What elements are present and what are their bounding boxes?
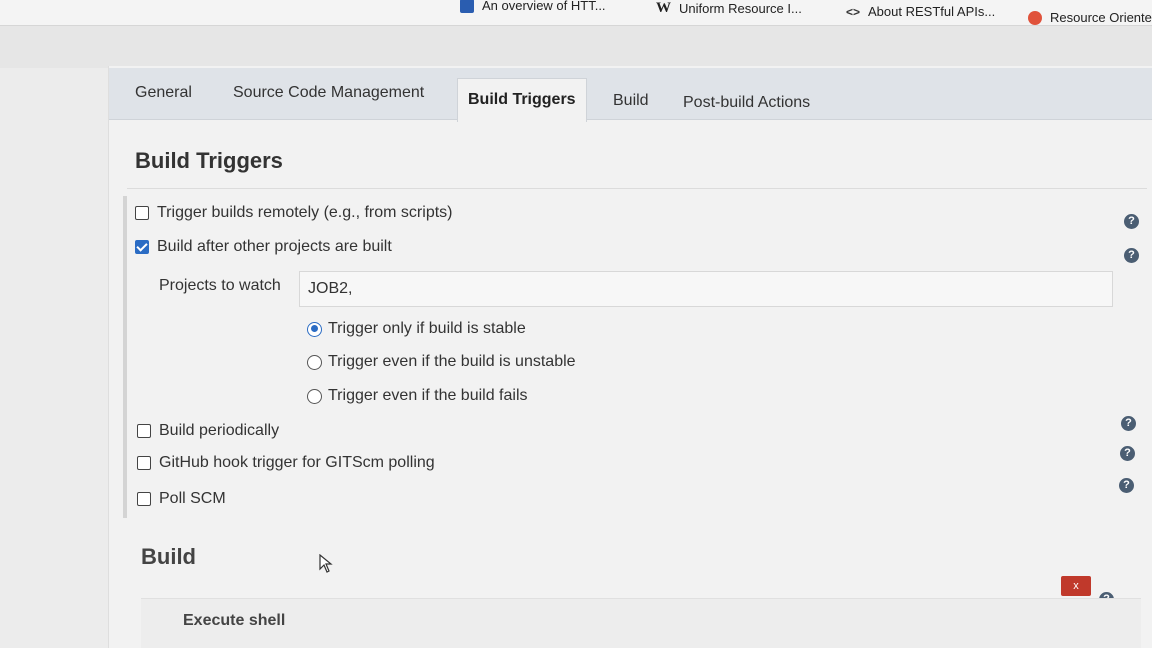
divider — [127, 188, 1147, 189]
build-after-option[interactable]: Build after other projects are built — [135, 238, 392, 256]
cloud-icon — [1028, 10, 1042, 25]
radio-option-fails[interactable]: Trigger even if the build fails — [307, 387, 528, 405]
code-icon: <> — [846, 4, 861, 19]
bookmark-label: Uniform Resource I... — [679, 1, 802, 16]
build-periodically-label: Build periodically — [159, 422, 280, 439]
help-icon[interactable]: ? — [1124, 248, 1139, 263]
bookmarks-bar: An overview of HTT... W Uniform Resource… — [0, 0, 1152, 26]
build-periodically-checkbox[interactable] — [137, 424, 151, 438]
radio-stable-label: Trigger only if build is stable — [328, 320, 526, 337]
execute-shell-label: Execute shell — [183, 612, 286, 629]
radio-fails[interactable] — [307, 388, 322, 404]
build-periodically-option[interactable]: Build periodically — [137, 422, 279, 440]
radio-option-unstable[interactable]: Trigger even if the build is unstable — [307, 353, 576, 371]
blue-bookmark-icon — [460, 0, 474, 13]
help-icon[interactable]: ? — [1119, 478, 1134, 493]
bookmark-restful-apis[interactable]: <> About RESTful APIs... — [846, 4, 995, 19]
tab-bar: General Source Code Management Build Tri… — [109, 68, 1152, 122]
projects-to-watch-label: Projects to watch — [159, 277, 281, 294]
projects-to-watch-input[interactable] — [299, 271, 1113, 307]
bookmark-http-overview[interactable]: An overview of HTT... — [460, 0, 606, 13]
radio-unstable[interactable] — [307, 354, 322, 370]
github-hook-option[interactable]: GitHub hook trigger for GITScm polling — [137, 454, 435, 472]
github-hook-checkbox[interactable] — [137, 456, 151, 470]
poll-scm-option[interactable]: Poll SCM — [137, 490, 226, 508]
tab-post-build-actions[interactable]: Post-build Actions — [683, 94, 810, 112]
help-icon[interactable]: ? — [1120, 446, 1135, 461]
config-panel: General Source Code Management Build Tri… — [108, 66, 1152, 648]
radio-stable[interactable] — [307, 321, 322, 337]
section-title-build-triggers: Build Triggers — [135, 148, 283, 173]
build-after-checkbox[interactable] — [135, 240, 149, 254]
bookmark-uniform-resource[interactable]: W Uniform Resource I... — [656, 0, 802, 17]
github-hook-label: GitHub hook trigger for GITScm polling — [159, 454, 435, 471]
bookmark-label: Resource Oriente — [1050, 10, 1152, 25]
tab-build[interactable]: Build — [613, 92, 649, 110]
bookmark-label: About RESTful APIs... — [868, 4, 996, 19]
trigger-remote-label: Trigger builds remotely (e.g., from scri… — [157, 204, 453, 221]
trigger-remote-option[interactable]: Trigger builds remotely (e.g., from scri… — [135, 204, 452, 222]
mouse-cursor-icon — [319, 554, 333, 573]
help-icon[interactable]: ? — [1124, 214, 1139, 229]
build-after-label: Build after other projects are built — [157, 238, 392, 255]
radio-fails-label: Trigger even if the build fails — [328, 387, 528, 404]
section-indent-bar — [123, 196, 127, 518]
trigger-remote-checkbox[interactable] — [135, 206, 149, 220]
wikipedia-icon: W — [656, 0, 671, 16]
section-title-build: Build — [141, 544, 196, 569]
poll-scm-checkbox[interactable] — [137, 492, 151, 506]
poll-scm-label: Poll SCM — [159, 490, 226, 507]
tab-build-triggers[interactable]: Build Triggers — [457, 78, 587, 122]
page-header-strip — [0, 26, 1152, 68]
delete-step-button[interactable]: x — [1061, 576, 1091, 596]
radio-unstable-label: Trigger even if the build is unstable — [328, 353, 576, 370]
build-step-container — [141, 598, 1141, 648]
bookmark-resource-oriented[interactable]: Resource Oriente — [1028, 10, 1152, 25]
tab-source-code-management[interactable]: Source Code Management — [233, 84, 424, 102]
help-icon[interactable]: ? — [1121, 416, 1136, 431]
radio-option-stable[interactable]: Trigger only if build is stable — [307, 320, 526, 338]
tab-general[interactable]: General — [135, 84, 192, 102]
bookmark-label: An overview of HTT... — [482, 0, 606, 13]
